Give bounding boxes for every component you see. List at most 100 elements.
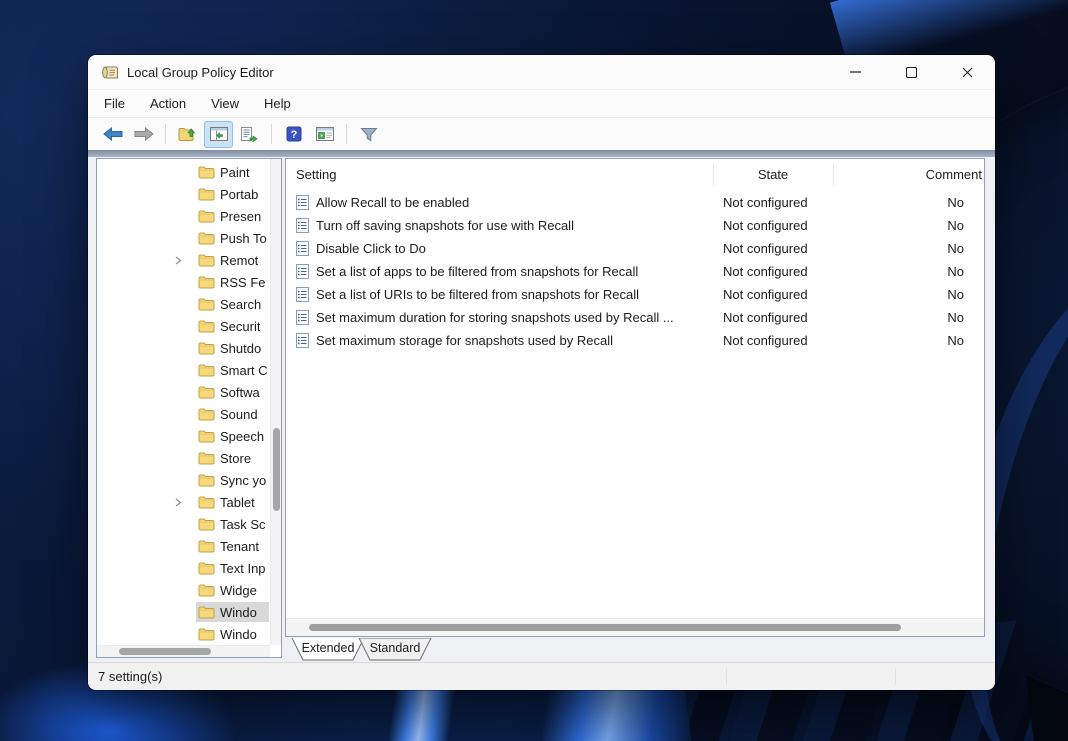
tab-extended[interactable]: Extended bbox=[291, 638, 365, 661]
tree-item-label: Presen bbox=[220, 209, 261, 224]
list-hscroll-thumb[interactable] bbox=[309, 624, 901, 631]
filter-button[interactable] bbox=[355, 122, 382, 147]
chevron-placeholder bbox=[170, 472, 186, 488]
help-button[interactable]: ? bbox=[280, 122, 307, 147]
chevron-placeholder bbox=[170, 604, 186, 620]
tree-item[interactable]: Task Sc bbox=[97, 513, 269, 535]
back-arrow-icon bbox=[103, 127, 123, 141]
setting-comment: No bbox=[833, 218, 985, 233]
titlebar[interactable]: Local Group Policy Editor bbox=[88, 55, 995, 89]
help-icon: ? bbox=[286, 126, 302, 142]
setting-comment: No bbox=[833, 310, 985, 325]
folder-icon bbox=[198, 429, 215, 443]
tree-item[interactable]: Sound bbox=[97, 403, 269, 425]
tab-extended-label: Extended bbox=[291, 641, 365, 655]
tree-item[interactable]: Tenant bbox=[97, 535, 269, 557]
maximize-button[interactable] bbox=[883, 55, 939, 89]
tree-item[interactable]: Store bbox=[97, 447, 269, 469]
tree-item[interactable]: Portab bbox=[97, 183, 269, 205]
setting-name: Turn off saving snapshots for use with R… bbox=[316, 218, 723, 233]
show-console-tree-button[interactable] bbox=[205, 122, 232, 147]
tree-hscroll-thumb[interactable] bbox=[119, 648, 211, 655]
tree-item[interactable]: Tablet bbox=[97, 491, 269, 513]
tree-item[interactable]: Securit bbox=[97, 315, 269, 337]
console-tree-panel: Paint Portab Presen Push ToRemotRSS Fe Searc… bbox=[96, 158, 282, 658]
gpedit-window: Local Group Policy Editor File Action Vi… bbox=[88, 55, 995, 690]
tree-item[interactable]: Speech bbox=[97, 425, 269, 447]
chevron-placeholder bbox=[170, 384, 186, 400]
tree-item[interactable]: Search bbox=[97, 293, 269, 315]
tree-item[interactable]: Widge bbox=[97, 579, 269, 601]
folder-icon bbox=[198, 583, 215, 597]
setting-row[interactable]: Set a list of URIs to be filtered from s… bbox=[286, 283, 984, 306]
tree-list: Paint Portab Presen Push ToRemotRSS Fe Searc… bbox=[97, 161, 269, 645]
tree-item[interactable]: Presen bbox=[97, 205, 269, 227]
tree-item[interactable]: Sync yo bbox=[97, 469, 269, 491]
expand-chevron-icon[interactable] bbox=[170, 252, 186, 268]
minimize-button[interactable] bbox=[827, 55, 883, 89]
tree-item[interactable]: Windo bbox=[97, 601, 269, 623]
chevron-placeholder bbox=[170, 428, 186, 444]
list-horizontal-scrollbar[interactable] bbox=[286, 618, 984, 636]
menu-help[interactable]: Help bbox=[261, 94, 294, 113]
tree-item[interactable]: Smart C bbox=[97, 359, 269, 381]
setting-row[interactable]: Set maximum duration for storing snapsho… bbox=[286, 306, 984, 329]
setting-row[interactable]: Set a list of apps to be filtered from s… bbox=[286, 260, 984, 283]
tree-item-label: Task Sc bbox=[220, 517, 266, 532]
tree-item[interactable]: Paint bbox=[97, 161, 269, 183]
setting-state: Not configured bbox=[723, 333, 833, 348]
folder-icon bbox=[198, 385, 215, 399]
chevron-placeholder bbox=[170, 230, 186, 246]
close-button[interactable] bbox=[939, 55, 995, 89]
column-header-setting[interactable]: Setting bbox=[296, 167, 336, 182]
policy-setting-icon bbox=[296, 287, 309, 302]
desktop-wallpaper: Local Group Policy Editor File Action Vi… bbox=[0, 0, 1068, 741]
tree-vertical-scrollbar[interactable] bbox=[270, 159, 281, 645]
folder-icon bbox=[198, 253, 215, 267]
expand-chevron-icon[interactable] bbox=[170, 494, 186, 510]
tree-item[interactable]: Push To bbox=[97, 227, 269, 249]
statusbar: 7 setting(s) bbox=[88, 662, 995, 690]
setting-name: Set a list of URIs to be filtered from s… bbox=[316, 287, 723, 302]
tree-item-label: Search bbox=[220, 297, 261, 312]
tree-item[interactable]: Shutdo bbox=[97, 337, 269, 359]
tree-item-label: Store bbox=[220, 451, 251, 466]
tab-standard-label: Standard bbox=[358, 641, 432, 655]
chevron-placeholder bbox=[170, 516, 186, 532]
setting-row[interactable]: Disable Click to DoNot configuredNo bbox=[286, 237, 984, 260]
tree-item[interactable]: Softwa bbox=[97, 381, 269, 403]
tree-vscroll-thumb[interactable] bbox=[273, 428, 280, 511]
folder-icon bbox=[198, 473, 215, 487]
tree-item-label: Paint bbox=[220, 165, 250, 180]
column-divider[interactable] bbox=[713, 164, 714, 186]
forward-button[interactable] bbox=[130, 122, 157, 147]
tree-item[interactable]: Windo bbox=[97, 623, 269, 645]
menu-file[interactable]: File bbox=[101, 94, 128, 113]
menu-view[interactable]: View bbox=[208, 94, 242, 113]
column-header-state[interactable]: State bbox=[713, 167, 833, 182]
chevron-placeholder bbox=[170, 538, 186, 554]
folder-icon bbox=[198, 605, 215, 619]
chevron-placeholder bbox=[170, 582, 186, 598]
tree-item-label: Sound bbox=[220, 407, 258, 422]
tree-item[interactable]: RSS Fe bbox=[97, 271, 269, 293]
setting-row[interactable]: Allow Recall to be enabledNot configured… bbox=[286, 191, 984, 214]
tree-horizontal-scrollbar[interactable] bbox=[97, 645, 270, 657]
tree-item[interactable]: Text Inp bbox=[97, 557, 269, 579]
column-divider[interactable] bbox=[833, 164, 834, 186]
settings-rows: Allow Recall to be enabledNot configured… bbox=[286, 191, 984, 352]
tree-item[interactable]: Remot bbox=[97, 249, 269, 271]
up-one-level-button[interactable] bbox=[174, 122, 201, 147]
show-properties-button[interactable] bbox=[311, 122, 338, 147]
menu-action[interactable]: Action bbox=[147, 94, 189, 113]
statusbar-divider bbox=[726, 668, 727, 685]
column-header-comment[interactable]: Comment bbox=[833, 167, 982, 182]
folder-icon bbox=[198, 495, 215, 509]
back-button[interactable] bbox=[99, 122, 126, 147]
tab-standard[interactable]: Standard bbox=[358, 638, 432, 661]
setting-row[interactable]: Turn off saving snapshots for use with R… bbox=[286, 214, 984, 237]
properties-window-icon bbox=[316, 127, 334, 141]
chevron-placeholder bbox=[170, 450, 186, 466]
setting-row[interactable]: Set maximum storage for snapshots used b… bbox=[286, 329, 984, 352]
export-list-button[interactable] bbox=[236, 122, 263, 147]
